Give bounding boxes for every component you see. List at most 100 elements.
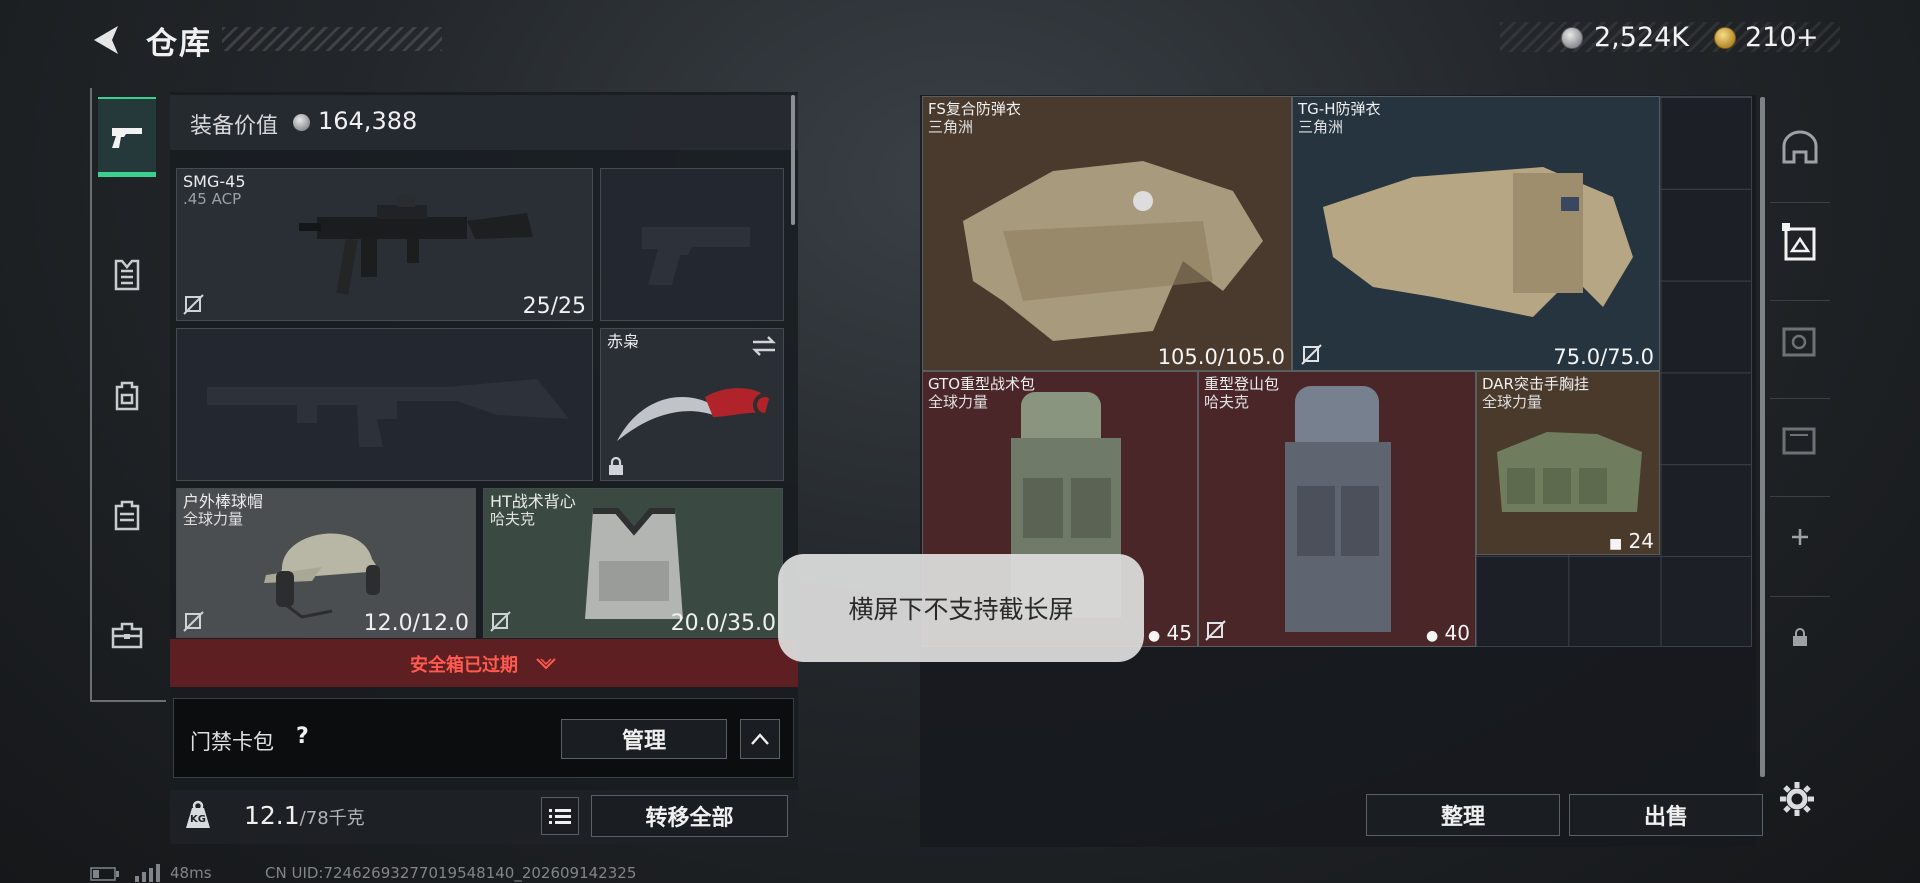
primary-weapon-slot[interactable]: SMG-45 .45 ACP 25/25: [176, 168, 593, 321]
smg-image: [299, 195, 533, 295]
lock-icon: [1793, 627, 1807, 646]
plus-icon: [1792, 528, 1808, 545]
vest-name: HT战术背心: [490, 492, 576, 511]
currency-primary-value: 2,524K: [1594, 22, 1690, 53]
capacity-icon: ●: [1425, 628, 1439, 644]
storage-item[interactable]: 重型登山包 哈夫克 ● 40: [1198, 371, 1476, 647]
armor-image: [1323, 167, 1633, 317]
chevron-down-icon[interactable]: [535, 656, 557, 672]
weapon-ammo-count: 25/25: [522, 294, 586, 319]
item-name: DAR突击手胸挂: [1482, 375, 1589, 393]
backpack-image: [1285, 386, 1391, 632]
chest-rig-image: [1497, 432, 1642, 512]
gold-coin-icon: [1714, 27, 1736, 49]
no-insure-icon: [490, 611, 511, 632]
storage-tab-3[interactable]: [1770, 300, 1830, 380]
max-weight: /78千克: [299, 808, 365, 829]
help-icon[interactable]: ?: [296, 724, 309, 749]
no-insure-icon: [183, 611, 204, 632]
storage-item[interactable]: TG-H防弹衣 三角洲 75.0/75.0: [1292, 96, 1660, 371]
helmet-name: 户外棒球帽: [183, 492, 264, 511]
item-name: TG-H防弹衣: [1298, 100, 1381, 118]
bunker-icon: [1782, 130, 1818, 164]
weight-readout: 12.1/78千克: [244, 801, 365, 830]
tab-toolbox[interactable]: [98, 595, 156, 675]
vest-faction: 哈夫克: [490, 510, 536, 528]
storage-scrollbar[interactable]: [1760, 97, 1765, 777]
transfer-all-button[interactable]: 转移全部: [591, 795, 788, 837]
melee-name: 赤枭: [607, 332, 640, 351]
storage-tab-1[interactable]: [1770, 108, 1830, 188]
weapon-ammo-type: .45 ACP: [183, 190, 242, 208]
capacity-value: 40: [1444, 621, 1470, 645]
chevron-up-icon: [751, 733, 769, 745]
currency-secondary-value: 210: [1745, 22, 1797, 53]
vest-durability: 20.0/35.0: [670, 611, 776, 636]
no-insure-icon: [1205, 620, 1226, 641]
capacity-value: 45: [1166, 621, 1192, 645]
tab-backpack[interactable]: [98, 355, 156, 435]
item-faction: 全球力量: [928, 393, 989, 411]
storage-tab-4[interactable]: [1770, 398, 1830, 478]
list-icon: [549, 809, 571, 824]
weight-unit-label: KG: [190, 814, 206, 825]
item-name: 重型登山包: [1204, 375, 1280, 393]
silver-coin-icon: [293, 114, 310, 131]
capacity-value: 24: [1628, 529, 1654, 553]
capacity-icon: ■: [1608, 536, 1623, 552]
storage-tab-2[interactable]: [1770, 202, 1830, 282]
tab-armor[interactable]: [98, 235, 156, 315]
list-view-button[interactable]: [541, 797, 579, 835]
silver-coin-icon: [1561, 27, 1583, 49]
storage-box-icon: [1782, 327, 1816, 356]
item-faction: 全球力量: [1482, 393, 1543, 411]
pistol-icon: [112, 128, 142, 148]
add-currency-button[interactable]: +: [1796, 22, 1819, 53]
storage-item[interactable]: DAR突击手胸挂 全球力量 ■ 24: [1476, 371, 1660, 555]
gear-icon[interactable]: [1778, 780, 1816, 818]
add-storage-button[interactable]: [1770, 496, 1830, 576]
uid-readout: CN UID:7246269327701954814​0_20260914232…: [265, 864, 637, 882]
sell-button[interactable]: 出售: [1569, 794, 1763, 836]
backpack-icon: [115, 381, 139, 411]
no-insure-icon: [1301, 344, 1322, 365]
melee-slot[interactable]: 赤枭: [600, 328, 784, 481]
tab-weapons[interactable]: [98, 97, 156, 177]
helmet-faction: 全球力量: [183, 510, 244, 528]
swap-icon[interactable]: [751, 335, 777, 357]
locked-storage-slot: [1770, 596, 1830, 676]
lock-icon: [609, 456, 623, 475]
toolbox-icon: [111, 622, 143, 649]
collapse-button[interactable]: [740, 719, 780, 759]
storage-box-icon: [1782, 427, 1816, 454]
toast-message: 横屏下不支持截长屏: [778, 554, 1144, 662]
capacity-icon: ●: [1147, 628, 1161, 644]
helmet-durability: 12.0/12.0: [363, 611, 469, 636]
sort-button[interactable]: 整理: [1366, 794, 1560, 836]
armor-vest-icon: [114, 259, 140, 291]
back-icon[interactable]: [88, 22, 124, 58]
keycard-wallet-label: 门禁卡包: [190, 730, 274, 754]
no-insure-icon: [183, 294, 204, 315]
spacer: [1290, 365, 1291, 366]
rifle-slot[interactable]: [176, 328, 593, 481]
safebox-expired-text: 安全箱已过期: [410, 655, 518, 676]
current-weight: 12.1: [244, 801, 300, 830]
vest-slot[interactable]: HT战术背心 哈夫克 20.0/35.0: [483, 488, 783, 638]
battery-icon: [90, 867, 119, 881]
weight-icon: KG: [183, 800, 213, 830]
manage-button[interactable]: 管理: [561, 719, 727, 759]
title-decoration: [222, 27, 442, 51]
tab-case[interactable]: [98, 475, 156, 555]
ping-readout: 48ms: [170, 864, 212, 882]
storage-box-icon: [1782, 222, 1816, 260]
equipment-scrollbar[interactable]: [791, 95, 795, 225]
storage-item[interactable]: FS复合防弹衣 三角洲 105.0/105.0: [922, 96, 1292, 371]
weapon-name: SMG-45: [183, 172, 246, 191]
rifle-silhouette-icon: [207, 379, 569, 447]
secondary-weapon-slot[interactable]: [600, 168, 784, 321]
pistol-silhouette-icon: [642, 227, 750, 285]
signal-icon: [135, 864, 160, 882]
helmet-slot[interactable]: 户外棒球帽 全球力量 12.0/12.0: [176, 488, 476, 638]
item-name: FS复合防弹衣: [928, 100, 1021, 118]
